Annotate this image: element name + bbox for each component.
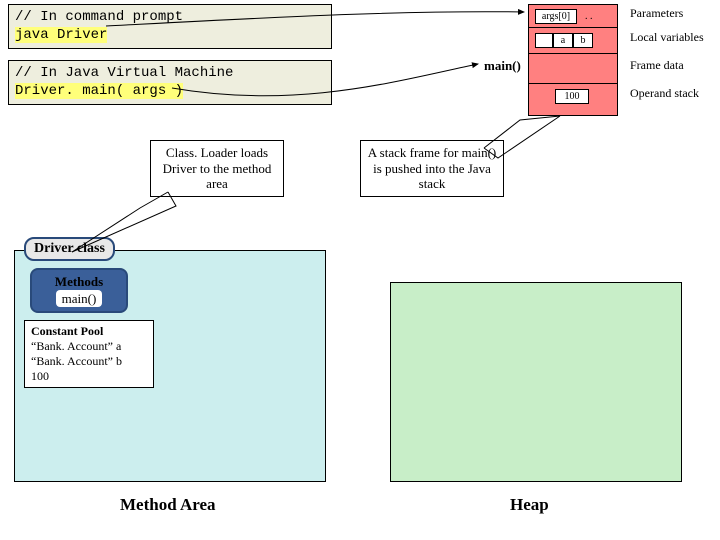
param-ellipsis: . . — [585, 11, 593, 22]
callout-stackframe: A stack frame for main() is pushed into … — [360, 140, 504, 197]
constant-pool-title: Constant Pool — [31, 324, 147, 339]
code-box-jvm: // In Java Virtual Machine Driver. main(… — [8, 60, 332, 105]
locals-row: a b — [535, 33, 593, 48]
heap-area — [390, 282, 682, 482]
code-comment: // In Java Virtual Machine — [15, 65, 325, 83]
operand-cell: 100 — [555, 89, 589, 104]
methods-title: Methods — [40, 274, 118, 290]
frame-label: main() — [484, 58, 521, 74]
tag-parameters: Parameters — [630, 6, 683, 21]
local-cell: a — [553, 33, 573, 48]
divider — [529, 83, 617, 84]
tag-operand: Operand stack — [630, 86, 699, 101]
callout-classloader: Class. Loader loads Driver to the method… — [150, 140, 284, 197]
constant-pool-box: Constant Pool “Bank. Account” a “Bank. A… — [24, 320, 154, 388]
constant-pool-line: 100 — [31, 369, 147, 384]
heap-label: Heap — [510, 495, 549, 515]
tag-locals: Local variables — [630, 30, 704, 45]
divider — [529, 27, 617, 28]
driver-class-header: Driver class — [24, 237, 115, 261]
param-cell: args[0] — [535, 9, 577, 24]
tag-frame: Frame data — [630, 58, 684, 73]
code-comment: // In command prompt — [15, 9, 325, 27]
local-cell — [535, 33, 553, 48]
method-area-label: Method Area — [120, 495, 216, 515]
local-cell: b — [573, 33, 593, 48]
code-call: Driver. main( args ) — [15, 83, 183, 99]
methods-box: Methods main() — [30, 268, 128, 313]
methods-item: main() — [56, 290, 103, 308]
java-stack-frame: args[0] . . a b 100 — [528, 4, 618, 116]
code-command: java Driver — [15, 27, 107, 43]
constant-pool-line: “Bank. Account” a — [31, 339, 147, 354]
constant-pool-line: “Bank. Account” b — [31, 354, 147, 369]
divider — [529, 53, 617, 54]
code-box-command-prompt: // In command prompt java Driver — [8, 4, 332, 49]
